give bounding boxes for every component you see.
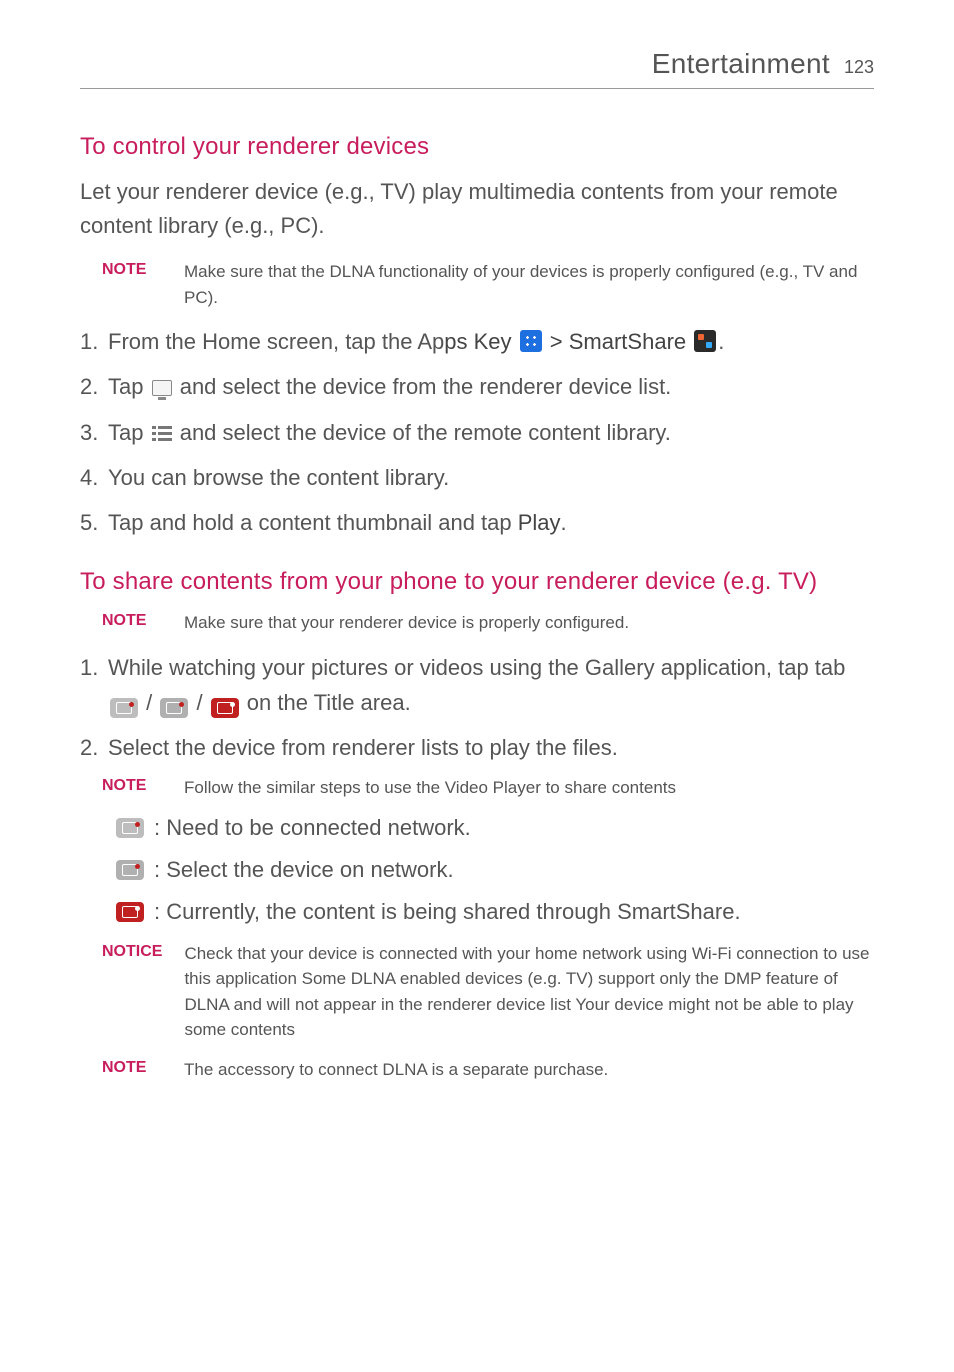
step-text-post: on the Title area. [241, 690, 411, 715]
page-header: Entertainment 123 [80, 48, 874, 89]
legend-select-device: : Select the device on network. [114, 857, 874, 883]
sep: / [190, 690, 208, 715]
notice-wifi: NOTICE Check that your device is connect… [102, 941, 874, 1043]
step-4: You can browse the content library. [80, 460, 874, 495]
step-2: Tap and select the device from the rende… [80, 369, 874, 404]
monitor-icon [152, 380, 172, 396]
note-video-player: NOTE Follow the similar steps to use the… [102, 775, 874, 801]
share-state-gray2-icon [160, 698, 188, 718]
play-label: Play [518, 510, 561, 535]
notice-label: NOTICE [102, 941, 162, 1043]
section-heading-control-renderer: To control your renderer devices [80, 133, 874, 161]
apps-key-label: ps Key [444, 329, 511, 354]
legend-text: : Currently, the content is being shared… [154, 899, 741, 925]
share-state-red-icon [211, 698, 239, 718]
steps-control-renderer: From the Home screen, tap the Apps Key >… [80, 324, 874, 540]
note-text: Make sure that your renderer device is p… [184, 610, 629, 636]
step-5: Tap and hold a content thumbnail and tap… [80, 505, 874, 540]
note-label: NOTE [102, 1057, 162, 1083]
step-1: From the Home screen, tap the Apps Key >… [80, 324, 874, 359]
note-label: NOTE [102, 775, 162, 801]
step-text: Select the device from renderer lists to… [108, 735, 618, 760]
share-state-gray-icon [116, 818, 144, 838]
sep: / [140, 690, 158, 715]
step-text-post: . [561, 510, 567, 535]
apps-key-icon [520, 330, 542, 352]
share-state-red-icon [116, 902, 144, 922]
step-text: From the Home screen, tap the Ap [108, 329, 444, 354]
step-3: Tap and select the device of the remote … [80, 415, 874, 450]
note-renderer-config: NOTE Make sure that your renderer device… [102, 610, 874, 636]
page-number: 123 [844, 57, 874, 78]
intro-paragraph: Let your renderer device (e.g., TV) play… [80, 175, 874, 243]
smartshare-label: SmartShare [569, 329, 686, 354]
note-label: NOTE [102, 259, 162, 310]
section-heading-share-contents: To share contents from your phone to you… [80, 568, 874, 596]
step-text-post: and select the device from the renderer … [174, 374, 672, 399]
header-title: Entertainment [652, 48, 830, 80]
list-icon [152, 425, 172, 441]
gt-text: > [544, 329, 569, 354]
note-text: Follow the similar steps to use the Vide… [184, 775, 676, 801]
note-accessory: NOTE The accessory to connect DLNA is a … [102, 1057, 874, 1083]
note-dlna-config: NOTE Make sure that the DLNA functionali… [102, 259, 874, 310]
note-text: Make sure that the DLNA functionality of… [184, 259, 874, 310]
step-text-post: and select the device of the remote cont… [174, 420, 671, 445]
page: Entertainment 123 To control your render… [0, 0, 954, 1156]
legend-need-network: : Need to be connected network. [114, 815, 874, 841]
note-label: NOTE [102, 610, 162, 636]
share-state-gray-icon [110, 698, 138, 718]
step-text: Tap [108, 420, 150, 445]
step-text-post: . [718, 329, 724, 354]
step-text: While watching your pictures or videos u… [108, 655, 845, 680]
smartshare-icon [694, 330, 716, 352]
legend-text: : Need to be connected network. [154, 815, 471, 841]
steps-share-contents: While watching your pictures or videos u… [80, 650, 874, 766]
note-text: The accessory to connect DLNA is a separ… [184, 1057, 608, 1083]
step-text: Tap [108, 374, 150, 399]
step-text: You can browse the content library. [108, 465, 449, 490]
share-state-gray2-icon [116, 860, 144, 880]
legend-text: : Select the device on network. [154, 857, 454, 883]
legend-sharing: : Currently, the content is being shared… [114, 899, 874, 925]
step-1: While watching your pictures or videos u… [80, 650, 874, 720]
step-2: Select the device from renderer lists to… [80, 730, 874, 765]
step-text: Tap and hold a content thumbnail and tap [108, 510, 518, 535]
notice-text: Check that your device is connected with… [184, 941, 874, 1043]
